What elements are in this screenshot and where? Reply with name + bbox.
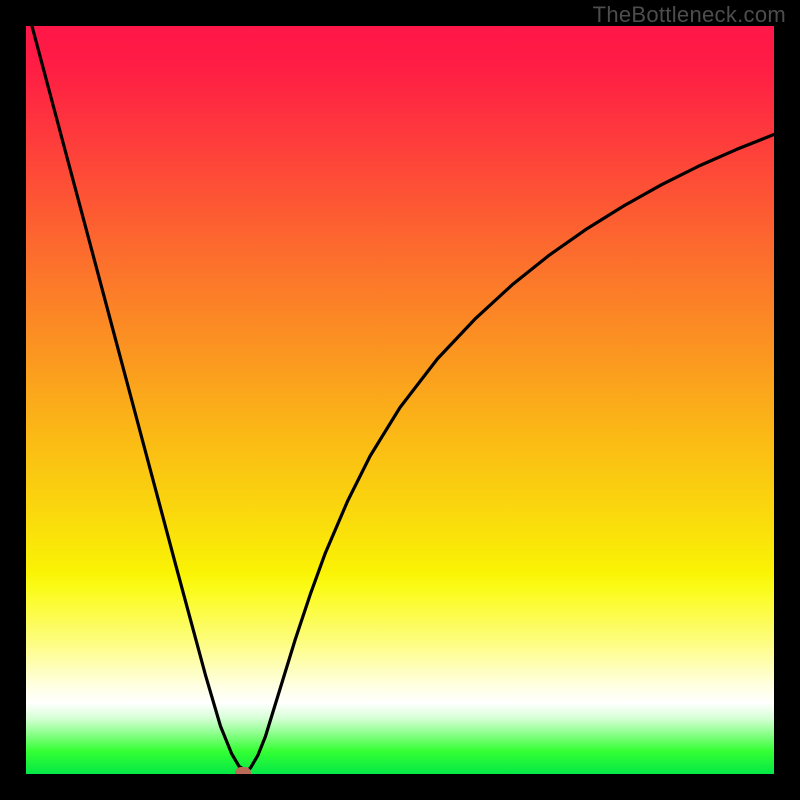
- watermark-text: TheBottleneck.com: [593, 2, 786, 28]
- curve-line: [26, 26, 774, 774]
- optimal-point-marker: [235, 767, 251, 774]
- plot-area: [26, 26, 774, 774]
- chart-frame: TheBottleneck.com: [0, 0, 800, 800]
